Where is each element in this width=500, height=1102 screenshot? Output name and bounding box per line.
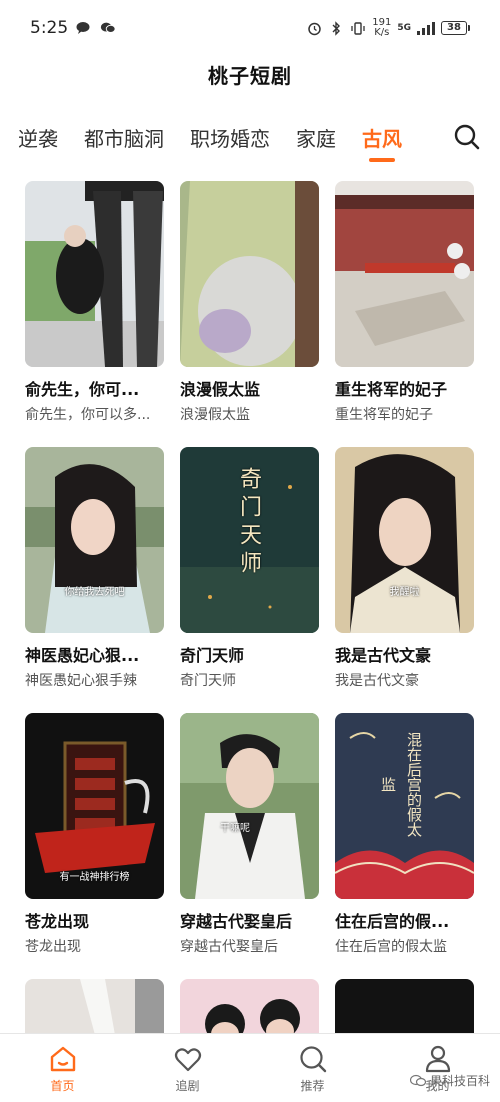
user-icon [425, 1045, 450, 1073]
drama-title[interactable]: 重生将军的妃子 [335, 376, 474, 400]
drama-subtitle: 苍龙出现 [25, 939, 81, 955]
drama-subtitle: 神医愚妃心狠手辣 [25, 673, 137, 689]
tab-zhichang-hunlian[interactable]: 职场婚恋 [190, 123, 270, 152]
drama-cover-image[interactable] [25, 979, 164, 1035]
drama-cover-image[interactable] [180, 979, 319, 1035]
drama-grid: 俞先生，你可... 俞先生，你可以多... 浪漫假太监 浪漫假太监 重生将军的妃… [25, 181, 475, 979]
drama-card[interactable]: 混在后宫的假太监 住在后宫的假... 住在后宫的假太监 [335, 713, 474, 979]
drama-cover-image[interactable]: 奇门天师 [180, 447, 319, 633]
cover-caption: 奇门天师 [236, 467, 261, 579]
tab-dushi-naodong[interactable]: 都市脑洞 [84, 123, 164, 152]
drama-card[interactable]: 俞先生，你可... 俞先生，你可以多... [25, 181, 164, 447]
nav-following-label: 追剧 [175, 1079, 200, 1093]
tab-gufeng[interactable]: 古风 [362, 123, 402, 152]
signal-icon [417, 21, 435, 35]
alarm-icon [306, 20, 322, 36]
nav-recommend[interactable]: 推荐 [250, 1034, 375, 1102]
drama-cover-image[interactable]: 有一战神排行榜 [25, 713, 164, 899]
drama-title[interactable]: 神医愚妃心狠... [25, 642, 164, 666]
category-tabs: 逆袭 都市脑洞 职场婚恋 家庭 古风 [0, 113, 500, 161]
battery-level: 38 [441, 21, 467, 35]
drama-cover-image[interactable]: 混在后宫的假太监 [335, 713, 474, 899]
nav-home[interactable]: 首页 [0, 1034, 125, 1102]
home-icon [50, 1046, 75, 1072]
drama-subtitle: 奇门天师 [180, 673, 236, 689]
chat-notification-icon [76, 20, 92, 36]
search-icon [299, 1046, 326, 1073]
drama-subtitle: 重生将军的妃子 [335, 407, 433, 423]
drama-cover-image[interactable] [180, 181, 319, 367]
drama-title[interactable]: 浪漫假太监 [180, 376, 319, 400]
drama-card[interactable]: 有一战神排行榜 苍龙出现 苍龙出现 [25, 713, 164, 979]
drama-subtitle: 俞先生，你可以多... [25, 407, 151, 423]
nav-home-label: 首页 [50, 1079, 75, 1093]
drama-subtitle: 浪漫假太监 [180, 407, 250, 423]
network-type: 5G [397, 23, 411, 33]
wechat-icon [409, 1074, 426, 1086]
page-title: 桃子短剧 [208, 64, 292, 88]
cover-caption: 有一战神排行榜 [59, 872, 130, 883]
drama-card[interactable]: 我醒啦 我是古代文豪 我是古代文豪 [335, 447, 474, 713]
watermark: 果科技百科 [409, 1072, 490, 1089]
drama-title[interactable]: 奇门天师 [180, 642, 319, 666]
bluetooth-icon [328, 20, 344, 36]
drama-title[interactable]: 穿越古代娶皇后 [180, 908, 319, 932]
drama-cover-image[interactable] [25, 181, 164, 367]
wechat-notification-icon [100, 20, 116, 36]
drama-cover-image[interactable] [335, 181, 474, 367]
drama-title[interactable]: 住在后宫的假... [335, 908, 474, 932]
drama-subtitle: 住在后宫的假太监 [335, 939, 447, 955]
network-speed: 191 K/s [372, 18, 391, 38]
cover-caption: 你给我去死吧 [64, 587, 125, 598]
drama-cover-image[interactable]: 我醒啦 [335, 447, 474, 633]
drama-card[interactable]: 浪漫假太监 浪漫假太监 [180, 181, 319, 447]
vibrate-icon [350, 20, 366, 36]
nav-profile[interactable]: 我的 [375, 1034, 500, 1102]
drama-title[interactable]: 苍龙出现 [25, 908, 164, 932]
drama-grid-next-row [25, 979, 475, 1035]
drama-cover-image[interactable]: 干嘛呢 [180, 713, 319, 899]
drama-subtitle: 穿越古代娶皇后 [180, 939, 278, 955]
drama-card[interactable]: 你给我去死吧 神医愚妃心狠... 神医愚妃心狠手辣 [25, 447, 164, 713]
tab-jiating[interactable]: 家庭 [296, 123, 336, 152]
drama-cover-image[interactable] [335, 979, 474, 1035]
status-left: 5:25 [30, 18, 116, 38]
drama-subtitle: 我是古代文豪 [335, 673, 419, 689]
tab-nixi[interactable]: 逆袭 [18, 123, 58, 152]
battery-icon: 38 [441, 21, 470, 35]
search-icon[interactable] [452, 122, 482, 152]
drama-card[interactable]: 奇门天师 奇门天师 奇门天师 [180, 447, 319, 713]
drama-title[interactable]: 俞先生，你可... [25, 376, 164, 400]
cover-caption: 我醒啦 [389, 587, 420, 598]
cover-caption: 混在后宫的假太监 [379, 731, 423, 837]
status-time: 5:25 [30, 18, 69, 38]
nav-following[interactable]: 追剧 [125, 1034, 250, 1102]
drama-cover-image[interactable]: 你给我去死吧 [25, 447, 164, 633]
drama-card[interactable]: 重生将军的妃子 重生将军的妃子 [335, 181, 474, 447]
heart-icon [174, 1048, 201, 1072]
nav-recommend-label: 推荐 [300, 1079, 325, 1093]
cover-caption: 干嘛呢 [220, 823, 250, 834]
drama-card[interactable]: 干嘛呢 穿越古代娶皇后 穿越古代娶皇后 [180, 713, 319, 979]
drama-title[interactable]: 我是古代文豪 [335, 642, 474, 666]
network-speed-unit: K/s [374, 27, 390, 38]
bottom-nav: 首页 追剧 推荐 我的 [0, 1033, 500, 1102]
status-right: 191 K/s 5G 38 [306, 18, 470, 38]
status-bar: 5:25 191 K/s 5G 38 [0, 0, 500, 56]
watermark-text: 果科技百科 [429, 1074, 490, 1088]
